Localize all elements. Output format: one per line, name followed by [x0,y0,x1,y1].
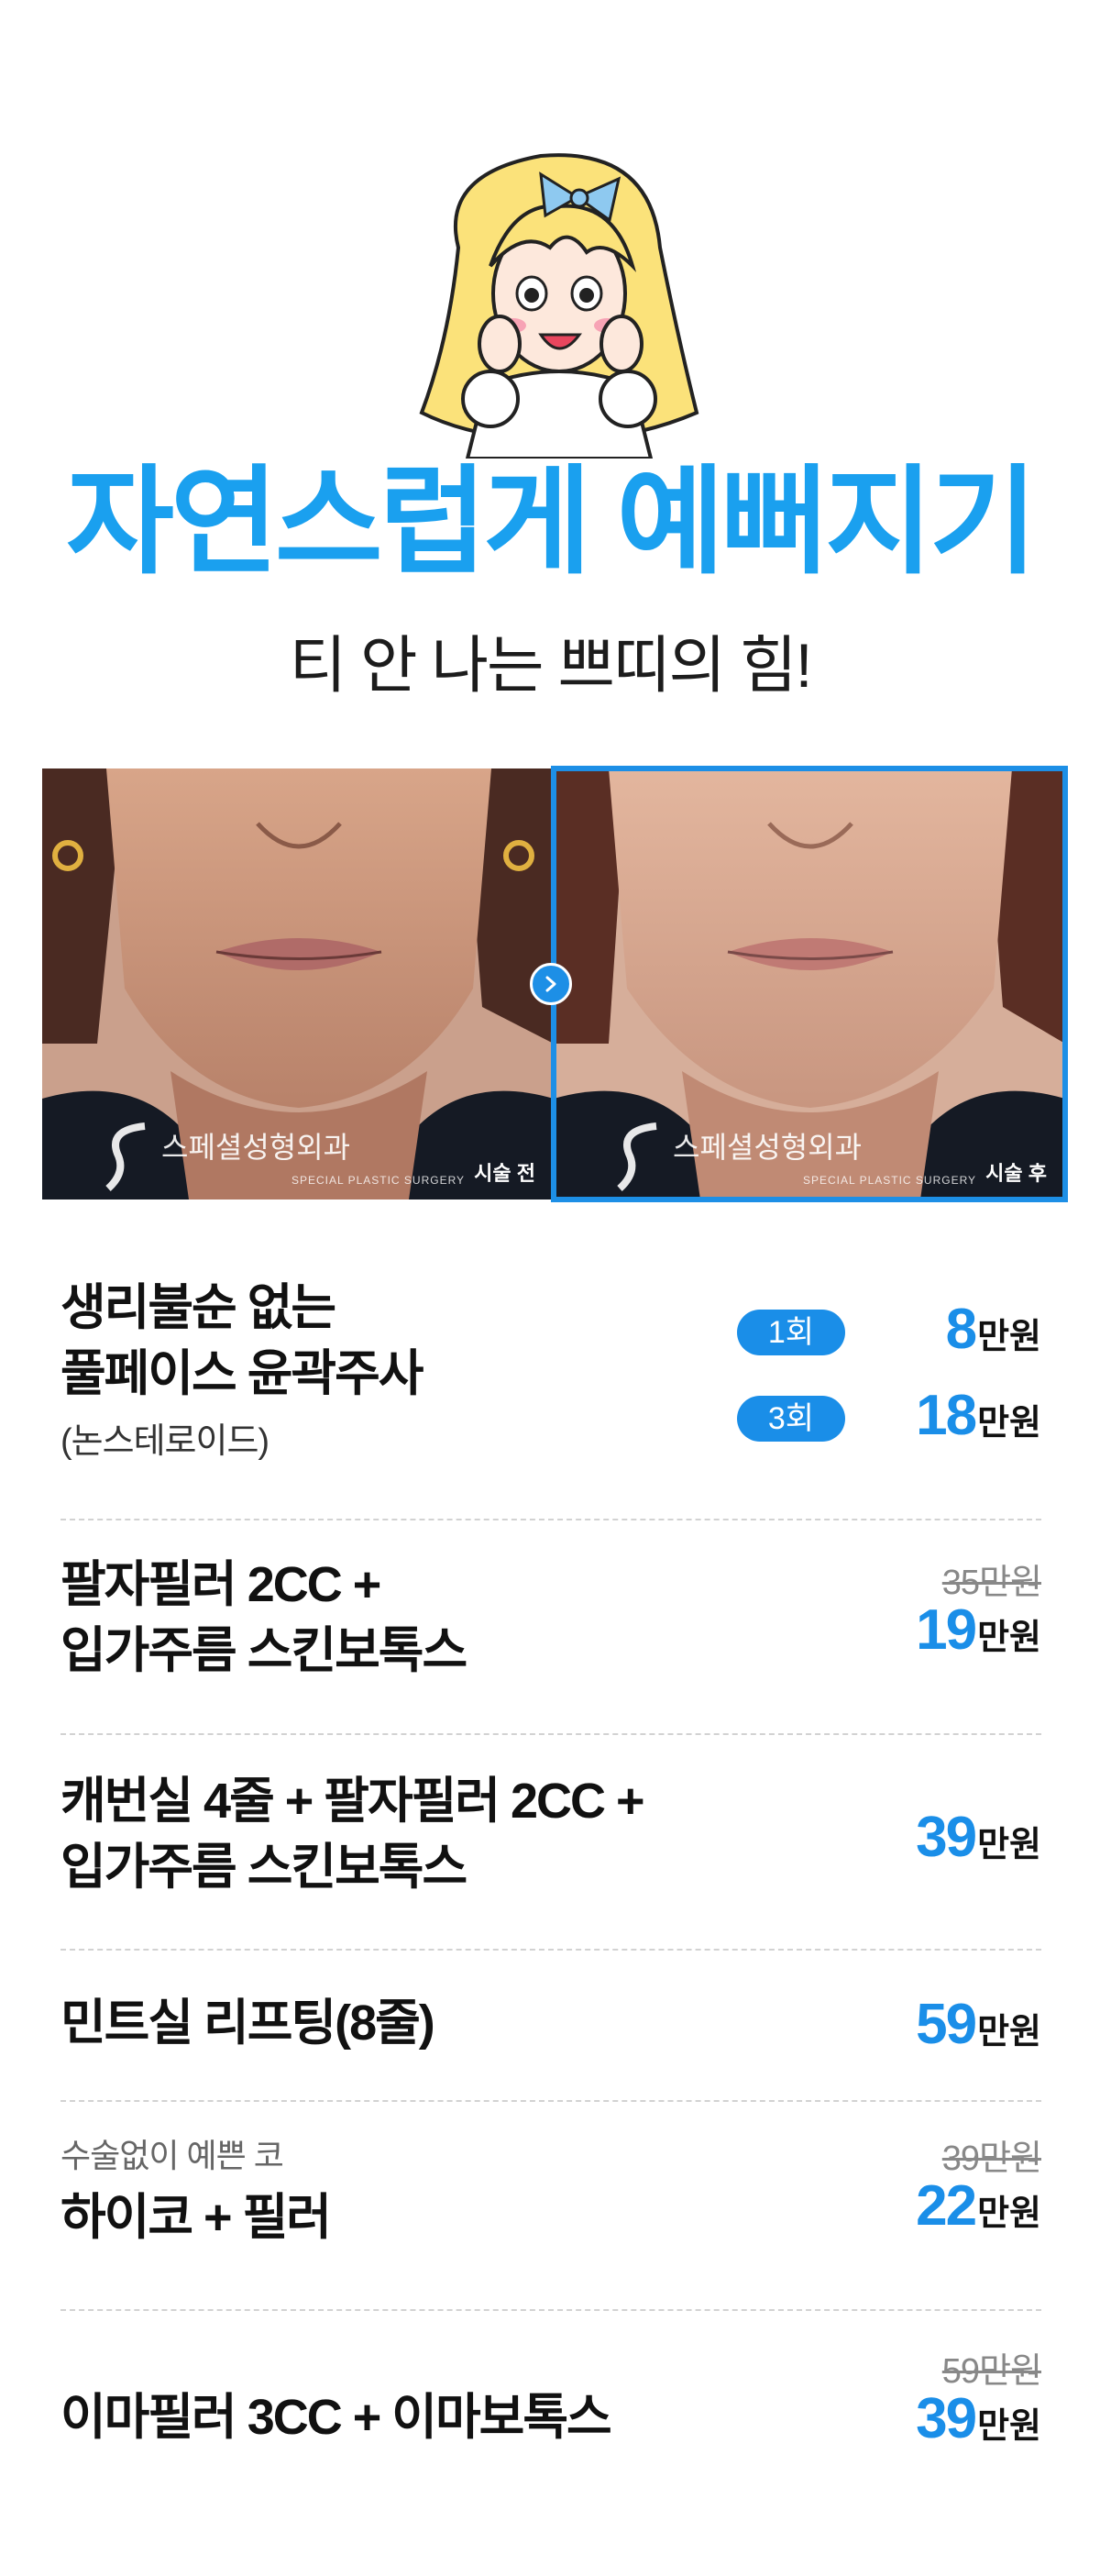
cartoon-girl-illustration [403,138,715,460]
price-unit: 만원 [977,1619,1041,1657]
after-photo: 스페셜성형외과 SPECIAL PLASTIC SURGERY 시술 후 [551,766,1068,1202]
before-label: 시술 전 [474,1162,535,1185]
item-note: (논스테로이드) [60,1422,270,1461]
price-item[interactable]: 민트실 리프팅(8줄) 59만원 [60,1990,1041,2073]
after-label: 시술 후 [985,1162,1047,1185]
item-caption: 수술없이 예쁜 코 [60,2137,284,2174]
price-unit: 만원 [977,1318,1041,1356]
price-value: 19 [916,1598,977,1662]
divider [60,1949,1041,1951]
sale-price: 22만원 [916,2173,1041,2239]
price-item[interactable]: 수술없이 예쁜 코 하이코 + 필러 39만원 22만원 [60,2129,1042,2276]
divider [60,2100,1041,2102]
option-pill-1[interactable]: 1회 [737,1310,845,1355]
sale-price: 59만원 [916,1992,1041,2057]
price-item[interactable]: 캐번실 4줄 + 팔자필러 2CC + 입가주름 스킨보톡스 39만원 [60,1768,1041,1915]
item-name-line2: 풀페이스 윤곽주사 [60,1346,424,1401]
price-value: 59 [916,1993,977,2056]
divider [60,1733,1041,1735]
sale-price: 39만원 [916,1805,1041,1870]
page-subtitle: 티 안 나는 쁘띠의 힘! [289,631,813,701]
item-name-line1: 민트실 리프팅(8줄) [60,1996,435,2051]
divider [60,2309,1041,2311]
before-photo: 스페셜성형외과 SPECIAL PLASTIC SURGERY 시술 전 [42,768,554,1200]
chevron-right-icon [545,976,556,992]
price-unit: 만원 [977,1404,1041,1443]
watermark-subtitle: SPECIAL PLASTIC SURGERY [292,1174,466,1187]
divider [60,1519,1041,1520]
option-pill-2[interactable]: 3회 [737,1396,845,1442]
sale-price: 39만원 [916,2386,1041,2451]
option-price-1: 8만원 [946,1297,1041,1362]
sale-price: 19만원 [916,1598,1041,1663]
item-name-line1: 캐번실 4줄 + 팔자필러 2CC + [60,1774,645,1829]
item-name-line1: 팔자필러 2CC + [60,1557,381,1612]
price-item[interactable]: 팔자필러 2CC + 입가주름 스킨보톡스 35만원 19만원 [60,1552,1042,1698]
price-value: 39 [916,2387,977,2450]
original-price: 39만원 [941,2139,1042,2178]
price-unit: 만원 [977,1826,1041,1864]
original-price: 59만원 [941,2352,1042,2391]
original-price: 35만원 [941,1564,1042,1602]
price-unit: 만원 [977,2407,1041,2446]
item-name-line1: 생리불순 없는 [60,1280,336,1335]
clinic-logo-icon [617,1122,657,1191]
cartoon-girl-icon [419,153,699,460]
page-title: 자연스럽게 예뻐지기 [66,457,1037,588]
price-item[interactable]: 생리불순 없는 풀페이스 윤곽주사 (논스테로이드) 1회 8만원 3회 18만… [60,1275,1041,1495]
compare-arrow-button[interactable] [530,963,572,1005]
watermark-subtitle: SPECIAL PLASTIC SURGERY [803,1174,977,1187]
item-name-line1: 이마필러 3CC + 이마보톡스 [60,2390,612,2445]
price-value: 39 [916,1806,977,1869]
watermark: 스페셜성형외과 [161,1131,351,1164]
price-value: 8 [945,1298,978,1361]
price-value: 18 [916,1384,977,1447]
price-unit: 만원 [977,2195,1041,2233]
option-price-2: 18만원 [916,1383,1041,1448]
item-name-line2: 입가주름 스킨보톡스 [60,1840,468,1895]
clinic-logo-icon [105,1122,146,1191]
watermark: 스페셜성형외과 [673,1131,863,1164]
price-value: 22 [916,2174,977,2238]
item-name-line1: 하이코 + 필러 [60,2190,332,2245]
item-name-line2: 입가주름 스킨보톡스 [60,1623,468,1678]
price-unit: 만원 [977,2013,1041,2051]
price-item[interactable]: 이마필러 3CC + 이마보톡스 59만원 39만원 [60,2340,1042,2478]
